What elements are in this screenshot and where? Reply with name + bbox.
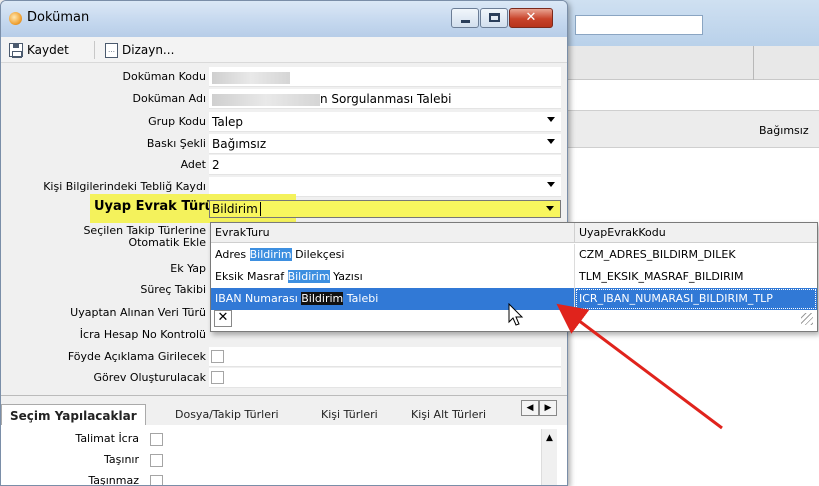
movable-checkbox[interactable] <box>150 454 163 467</box>
field-row <box>209 347 561 367</box>
column-header[interactable]: UyapEvrakKodu <box>575 223 817 243</box>
design-label: Dizayn... <box>122 43 175 57</box>
field-label: Uyaptan Alınan Veri Türü <box>70 306 206 319</box>
background-divider <box>753 46 754 80</box>
design-icon: … <box>105 42 118 58</box>
column-header[interactable]: EvrakTuru <box>211 223 575 243</box>
redacted-value <box>212 71 290 84</box>
close-icon: ✕ <box>525 10 537 25</box>
field-label: Doküman Kodu <box>122 70 206 83</box>
field-label: İcra Hesap No Kontrolü <box>79 328 206 341</box>
field-label: Taşınmaz <box>88 474 139 486</box>
description-checkbox[interactable] <box>211 350 224 363</box>
dropdown-row[interactable]: Eksik Masraf Bildirim Yazısı TLM_EKSIK_M… <box>211 266 817 288</box>
dropdown-row[interactable]: Adres Bildirim Dilekçesi CZM_ADRES_BILDI… <box>211 244 817 266</box>
app-icon <box>9 12 22 25</box>
close-icon[interactable]: ✕ <box>214 310 232 327</box>
uyap-code-cell: ICR_IBAN_NUMARASI_BILDIRIM_TLP <box>575 288 817 310</box>
selection-panel: Talimat İcra Taşınır Taşınmaz <box>1 425 567 486</box>
mouse-cursor-icon <box>508 303 524 326</box>
group-code-select[interactable]: Talep <box>209 112 561 132</box>
tab-file-types[interactable]: Dosya/Takip Türleri <box>169 404 285 426</box>
quantity-field[interactable]: 2 <box>209 155 561 175</box>
field-label: Doküman Adı <box>132 92 207 105</box>
save-label: Kaydet <box>27 43 69 57</box>
chevron-down-icon[interactable] <box>546 206 554 211</box>
evrak-turu-cell: Adres Bildirim Dilekçesi <box>211 244 575 266</box>
field-label: Ek Yap <box>170 262 206 275</box>
tab-scroll: ◀ ▶ <box>521 400 557 416</box>
design-button[interactable]: … Dizayn... <box>105 41 174 59</box>
uyap-code-cell: TLM_EKSIK_MASRAF_BILDIRIM <box>579 270 744 283</box>
chevron-down-icon[interactable] <box>547 139 555 144</box>
uyap-document-type-select[interactable] <box>209 200 561 218</box>
tab-bar: Seçim Yapılacaklar Dosya/Takip Türleri K… <box>1 395 567 426</box>
immovable-checkbox[interactable] <box>150 475 163 485</box>
field-row <box>209 368 561 388</box>
maximize-icon <box>489 13 500 22</box>
scroll-up-icon[interactable]: ▲ <box>542 433 557 443</box>
field-label: Grup Kodu <box>148 115 206 128</box>
document-name-field[interactable]: n Sorgulanması Talebi <box>209 89 561 109</box>
background-cell: Bağımsız <box>759 124 809 137</box>
vertical-scrollbar[interactable]: ▲ <box>541 429 557 485</box>
toolbar-separator <box>94 41 95 59</box>
maximize-button[interactable] <box>480 8 508 28</box>
tab-selections[interactable]: Seçim Yapılacaklar <box>1 404 146 426</box>
field-label: Otomatik Ekle <box>128 236 206 249</box>
field-label: Baskı Şekli <box>146 137 206 150</box>
redacted-value <box>212 93 320 106</box>
uyap-code-cell: CZM_ADRES_BILDIRM_DILEK <box>579 248 736 261</box>
scroll-right-icon[interactable]: ▶ <box>539 400 557 416</box>
save-icon <box>9 43 23 58</box>
tab-person-subtypes[interactable]: Kişi Alt Türleri <box>405 404 492 426</box>
minimize-icon <box>461 20 470 23</box>
close-button[interactable]: ✕ <box>509 8 553 28</box>
evrak-turu-cell: Eksik Masraf Bildirim Yazısı <box>211 266 575 288</box>
field-label: Uyap Evrak Türü <box>94 199 214 214</box>
resize-grip-icon[interactable] <box>801 313 813 325</box>
field-label: Taşınır <box>104 453 139 466</box>
toolbar: Kaydet … Dizayn... <box>1 37 567 63</box>
field-label: Talimat İcra <box>75 432 139 445</box>
chevron-down-icon[interactable] <box>547 117 555 122</box>
background-input[interactable] <box>575 15 703 35</box>
minimize-button[interactable] <box>451 8 479 28</box>
field-label: Adet <box>180 158 206 171</box>
background-toolbar <box>560 46 819 80</box>
save-button[interactable]: Kaydet <box>9 41 69 59</box>
field-label: Föyde Açıklama Girilecek <box>67 350 206 363</box>
uyap-document-type-value: Bildirim <box>212 202 261 216</box>
enforcement-checkbox[interactable] <box>150 433 163 446</box>
print-type-select[interactable]: Bağımsız <box>209 134 561 154</box>
window-title: Doküman <box>27 10 90 25</box>
chevron-down-icon[interactable] <box>547 182 555 187</box>
document-code-field[interactable] <box>209 67 561 87</box>
field-label: Süreç Takibi <box>140 283 206 296</box>
field-label: Görev Oluşturulacak <box>93 371 206 384</box>
scroll-left-icon[interactable]: ◀ <box>521 400 539 416</box>
tab-person-types[interactable]: Kişi Türleri <box>315 404 384 426</box>
title-bar[interactable]: Doküman ✕ <box>1 1 567 37</box>
create-task-checkbox[interactable] <box>211 371 224 384</box>
